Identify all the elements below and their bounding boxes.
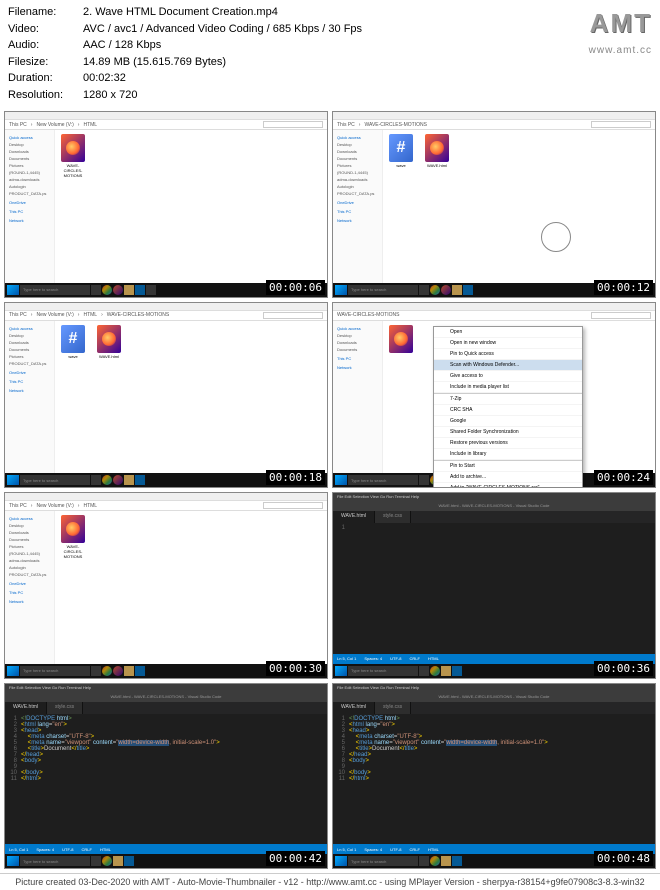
editor-tab[interactable]: WAVE.html <box>333 511 375 523</box>
menu-item[interactable]: Open in new window <box>434 338 582 349</box>
menu-item[interactable]: CRC SHA <box>434 405 582 416</box>
menu-item[interactable]: Pin to Quick access <box>434 349 582 360</box>
thumb-4: WAVE-CIRCLES-MOTIONS Quick accessDesktop… <box>332 302 656 489</box>
code-editor[interactable]: 1<!DOCTYPE html>2<html lang="en">3<head>… <box>5 714 327 845</box>
thumb-5: This PC›New Volume (V:)›HTML Quick acces… <box>4 492 328 679</box>
value-filesize: 14.89 MB (15.615.769 Bytes) <box>83 54 226 71</box>
thumb-8: File Edit Selection View Go Run Terminal… <box>332 683 656 870</box>
label-duration: Duration: <box>8 70 83 87</box>
timestamp: 00:00:42 <box>266 851 325 866</box>
window-titlebar <box>5 112 327 120</box>
value-duration: 00:02:32 <box>83 70 126 87</box>
thumbnail-grid: This PC›New Volume (V:)›HTML Quick acces… <box>0 111 660 873</box>
menu-item[interactable]: Scan with Windows Defender... <box>434 360 582 371</box>
html-file-item[interactable]: WAVE.html <box>423 134 451 168</box>
thumb-7: File Edit Selection View Go Run Terminal… <box>4 683 328 870</box>
label-filename: Filename: <box>8 4 83 21</box>
thumb-2: This PC›WAVE-CIRCLES-MOTIONS Quick acces… <box>332 111 656 298</box>
menu-item[interactable]: 7-Zip <box>434 394 582 405</box>
value-video: AVC / avc1 / Advanced Video Coding / 685… <box>83 21 362 38</box>
firefox-icon <box>61 134 85 162</box>
label-filesize: Filesize: <box>8 54 83 71</box>
address-bar[interactable]: This PC›New Volume (V:)›HTML <box>5 120 327 130</box>
menu-item[interactable]: Add to "WAVE-CIRCLES-MOTIONS.rar" <box>434 483 582 489</box>
label-resolution: Resolution: <box>8 87 83 104</box>
cursor-indicator <box>541 222 571 252</box>
folder-item[interactable]: WAVE-CIRCLES-MOTIONS <box>59 134 87 178</box>
value-filename: 2. Wave HTML Document Creation.mp4 <box>83 4 278 21</box>
media-info-header: Filename:2. Wave HTML Document Creation.… <box>0 0 660 111</box>
timestamp: 00:00:24 <box>594 470 653 485</box>
context-menu[interactable]: Open Open in new window Pin to Quick acc… <box>433 326 583 489</box>
explorer-sidebar[interactable]: Quick accessDesktopDownloadsDocumentsPic… <box>5 130 55 283</box>
timestamp: 00:00:30 <box>266 661 325 676</box>
chrome-icon[interactable] <box>102 285 112 295</box>
code-editor[interactable]: 1<!DOCTYPE html>2<html lang="en">3<head>… <box>333 714 655 845</box>
menu-item[interactable]: Include in library <box>434 449 582 460</box>
value-audio: AAC / 128 Kbps <box>83 37 161 54</box>
vscode-icon[interactable] <box>135 285 145 295</box>
thumb-6: File Edit Selection View Go Run Terminal… <box>332 492 656 679</box>
firefox-icon[interactable] <box>113 285 123 295</box>
firefox-icon <box>425 134 449 162</box>
label-audio: Audio: <box>8 37 83 54</box>
vscode-title: WAVE.html - WAVE-CIRCLES-MOTIONS - Visua… <box>333 501 655 511</box>
label-video: Video: <box>8 21 83 38</box>
menu-item[interactable]: Give access to <box>434 371 582 382</box>
timestamp: 00:00:48 <box>594 851 653 866</box>
vscode-menubar[interactable]: File Edit Selection View Go Run Terminal… <box>333 493 655 501</box>
menu-item[interactable]: Include in media player list <box>434 382 582 393</box>
start-button[interactable] <box>7 285 19 295</box>
menu-item[interactable]: Add to archive... <box>434 472 582 483</box>
menu-item[interactable]: Shared Folder Synchronization <box>434 427 582 438</box>
search-box[interactable] <box>263 121 323 128</box>
vscode-window: File Edit Selection View Go Run Terminal… <box>333 493 655 664</box>
timestamp: 00:00:06 <box>266 280 325 295</box>
footer-credit: Picture created 03-Dec-2020 with AMT - A… <box>0 873 660 890</box>
amt-logo: AMT www.amt.cc <box>589 4 652 58</box>
timestamp: 00:00:12 <box>594 280 653 295</box>
timestamp: 00:00:36 <box>594 661 653 676</box>
taskbar-search[interactable]: Type here to search <box>20 285 90 295</box>
menu-item[interactable]: Pin to Start <box>434 461 582 472</box>
explorer-icon[interactable] <box>124 285 134 295</box>
editor-area[interactable]: 1 <box>333 523 655 654</box>
value-resolution: 1280 x 720 <box>83 87 137 104</box>
editor-tab[interactable]: style.css <box>375 511 411 523</box>
menu-item[interactable]: Google <box>434 416 582 427</box>
thumb-3: This PC›New Volume (V:)›HTML›WAVE-CIRCLE… <box>4 302 328 489</box>
hash-icon: # <box>389 134 413 162</box>
timestamp: 00:00:18 <box>266 470 325 485</box>
menu-item[interactable]: Open <box>434 327 582 338</box>
css-file-item[interactable]: #wave <box>387 134 415 168</box>
address-bar[interactable]: This PC›WAVE-CIRCLES-MOTIONS <box>333 120 655 130</box>
menu-item[interactable]: Restore previous versions <box>434 438 582 449</box>
thumb-1: This PC›New Volume (V:)›HTML Quick acces… <box>4 111 328 298</box>
explorer-content[interactable]: WAVE-CIRCLES-MOTIONS <box>55 130 327 283</box>
